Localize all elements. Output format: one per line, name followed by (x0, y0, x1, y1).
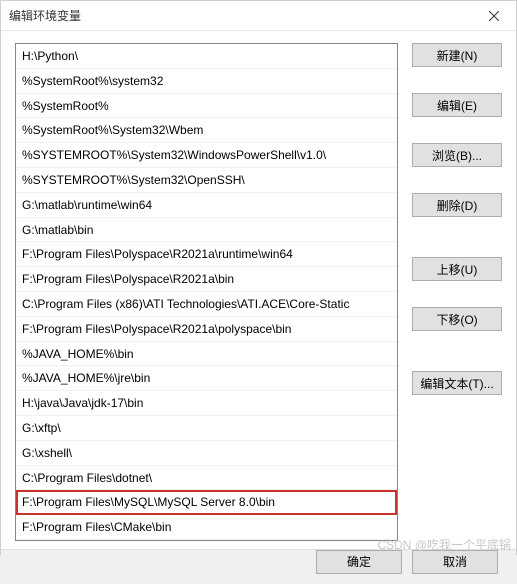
path-list-item[interactable]: F:\Program Files\CMake\bin (16, 515, 397, 540)
path-list-item[interactable]: %SYSTEMROOT%\System32\OpenSSH\ (16, 168, 397, 193)
path-list-item[interactable]: H:\java\Java\jdk-17\bin (16, 391, 397, 416)
path-list-item[interactable]: F:\Program Files\Polyspace\R2021a\bin (16, 267, 397, 292)
path-list-item[interactable]: F:\Program Files\Polyspace\R2021a\polysp… (16, 317, 397, 342)
path-list-item[interactable]: %SystemRoot%\system32 (16, 69, 397, 94)
move-down-button[interactable]: 下移(O) (412, 307, 502, 331)
close-button[interactable] (471, 1, 516, 31)
path-list-item[interactable]: C:\Program Files\dotnet\ (16, 466, 397, 491)
ok-button[interactable]: 确定 (316, 550, 402, 574)
path-listbox[interactable]: H:\Python\%SystemRoot%\system32%SystemRo… (15, 43, 398, 541)
path-list-item[interactable]: H:\Python\ (16, 44, 397, 69)
edit-text-button[interactable]: 编辑文本(T)... (412, 371, 502, 395)
button-column: 新建(N) 编辑(E) 浏览(B)... 删除(D) 上移(U) 下移(O) 编… (412, 43, 502, 541)
close-icon (489, 11, 499, 21)
dialog-window: 编辑环境变量 H:\Python\%SystemRoot%\system32%S… (0, 0, 517, 555)
move-up-button[interactable]: 上移(U) (412, 257, 502, 281)
path-list-item[interactable]: C:\Program Files (x86)\ATI Technologies\… (16, 292, 397, 317)
path-list-item[interactable]: G:\xshell\ (16, 441, 397, 466)
edit-button[interactable]: 编辑(E) (412, 93, 502, 117)
titlebar: 编辑环境变量 (1, 1, 516, 31)
path-list-item[interactable]: %JAVA_HOME%\jre\bin (16, 366, 397, 391)
delete-button[interactable]: 删除(D) (412, 193, 502, 217)
dialog-footer: 确定 取消 (1, 549, 516, 584)
cancel-button[interactable]: 取消 (412, 550, 498, 574)
path-list-item[interactable]: %SystemRoot% (16, 94, 397, 119)
path-list-item[interactable]: %SYSTEMROOT%\System32\WindowsPowerShell\… (16, 143, 397, 168)
new-button[interactable]: 新建(N) (412, 43, 502, 67)
path-list-item[interactable]: %SystemRoot%\System32\Wbem (16, 118, 397, 143)
browse-button[interactable]: 浏览(B)... (412, 143, 502, 167)
window-title: 编辑环境变量 (9, 7, 81, 24)
path-list-item[interactable]: G:\xftp\ (16, 416, 397, 441)
path-list-item[interactable]: G:\matlab\bin (16, 218, 397, 243)
path-list-item[interactable]: G:\matlab\runtime\win64 (16, 193, 397, 218)
content-area: H:\Python\%SystemRoot%\system32%SystemRo… (1, 31, 516, 549)
path-list-item[interactable]: F:\Program Files\MySQL\MySQL Server 8.0\… (16, 490, 397, 515)
path-list-item[interactable]: %JAVA_HOME%\bin (16, 342, 397, 367)
path-list-item[interactable]: F:\Program Files\Polyspace\R2021a\runtim… (16, 242, 397, 267)
